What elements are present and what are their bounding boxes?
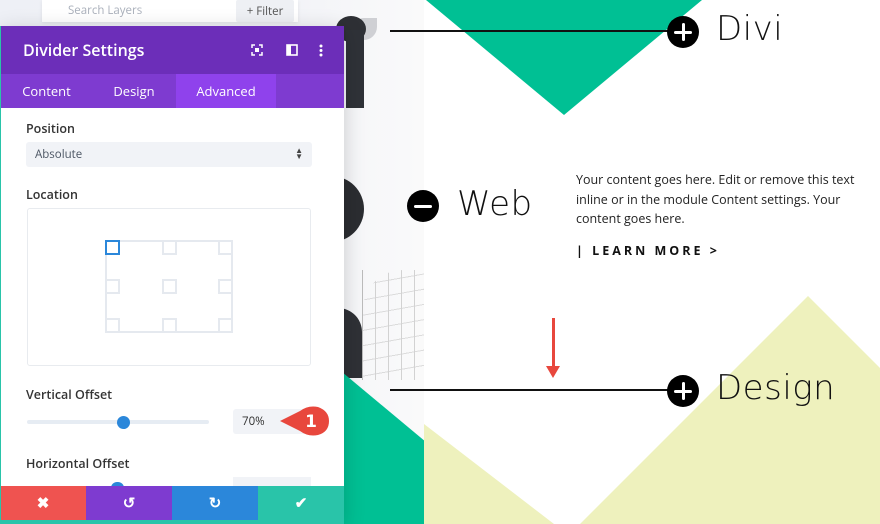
vertical-offset-label: Vertical Offset <box>26 386 113 403</box>
location-bottom-left[interactable] <box>105 318 120 333</box>
modal-title: Divider Settings <box>23 39 145 61</box>
green-triangle-divider <box>426 0 702 115</box>
minus-icon <box>414 204 432 208</box>
redo-button[interactable]: ↻ <box>172 486 258 520</box>
heading-design: Design <box>716 368 836 408</box>
split-view-icon[interactable] <box>285 43 299 57</box>
undo-button[interactable]: ↺ <box>86 486 172 520</box>
location-bottom-right[interactable] <box>218 318 233 333</box>
vertical-offset-slider-handle[interactable] <box>116 416 130 429</box>
tab-bar: Content Design Advanced <box>1 74 344 108</box>
redo-icon: ↻ <box>208 493 222 513</box>
filter-button[interactable]: + Filter <box>236 0 294 22</box>
horizontal-offset-label: Horizontal Offset <box>26 455 130 472</box>
location-center-right[interactable] <box>218 279 233 294</box>
plus-icon <box>681 382 685 400</box>
toggle-minus-button[interactable] <box>407 190 439 222</box>
heading-divi: Divi <box>716 9 784 49</box>
location-bottom-center[interactable] <box>162 318 177 333</box>
location-top-center[interactable] <box>162 240 177 255</box>
location-top-left[interactable] <box>105 240 120 255</box>
photo-letter-shape <box>346 30 364 108</box>
close-icon: ✖ <box>36 493 50 513</box>
divider-line[interactable] <box>390 389 670 391</box>
modal-footer: ✖ ↺ ↻ ✔ <box>0 486 344 520</box>
save-button[interactable]: ✔ <box>258 486 344 520</box>
learn-more-link[interactable]: | LEARN MORE > <box>576 242 720 259</box>
toggle-plus-button[interactable] <box>667 375 699 407</box>
location-center-left[interactable] <box>105 279 120 294</box>
location-label: Location <box>26 186 78 203</box>
fullscreen-icon[interactable] <box>250 43 264 57</box>
bottom-strip <box>0 520 344 524</box>
cancel-button[interactable]: ✖ <box>0 486 86 520</box>
search-layers-input[interactable]: Search Layers <box>68 3 142 18</box>
heading-web: Web <box>457 184 533 224</box>
yellow-triangle-shape <box>580 296 880 524</box>
tab-design[interactable]: Design <box>92 74 176 108</box>
modal-header: Divider Settings <box>1 26 344 74</box>
select-arrows-icon: ▲ ▼ <box>295 145 303 162</box>
tab-advanced[interactable]: Advanced <box>176 74 276 108</box>
layers-bar: Search Layers + Filter <box>42 0 298 22</box>
more-options-icon[interactable] <box>314 43 328 57</box>
plus-icon <box>681 23 685 41</box>
divider-line[interactable] <box>390 30 670 32</box>
location-top-right[interactable] <box>218 240 233 255</box>
body-text: Your content goes here. Edit or remove t… <box>576 171 855 227</box>
tab-content[interactable]: Content <box>1 74 92 108</box>
photo-chair <box>362 270 425 380</box>
annotation-badge: 1 <box>278 404 330 438</box>
annotation-arrow-icon <box>546 318 560 378</box>
modal-edge <box>0 26 1 524</box>
location-center[interactable] <box>162 279 177 294</box>
position-label: Position <box>26 120 75 137</box>
position-select-value: Absolute <box>35 147 83 162</box>
position-select[interactable]: Absolute ▲ ▼ <box>26 142 312 167</box>
undo-icon: ↺ <box>122 493 136 513</box>
annotation-number: 1 <box>305 412 317 432</box>
toggle-plus-button[interactable] <box>667 16 699 48</box>
checkmark-icon: ✔ <box>294 493 308 513</box>
